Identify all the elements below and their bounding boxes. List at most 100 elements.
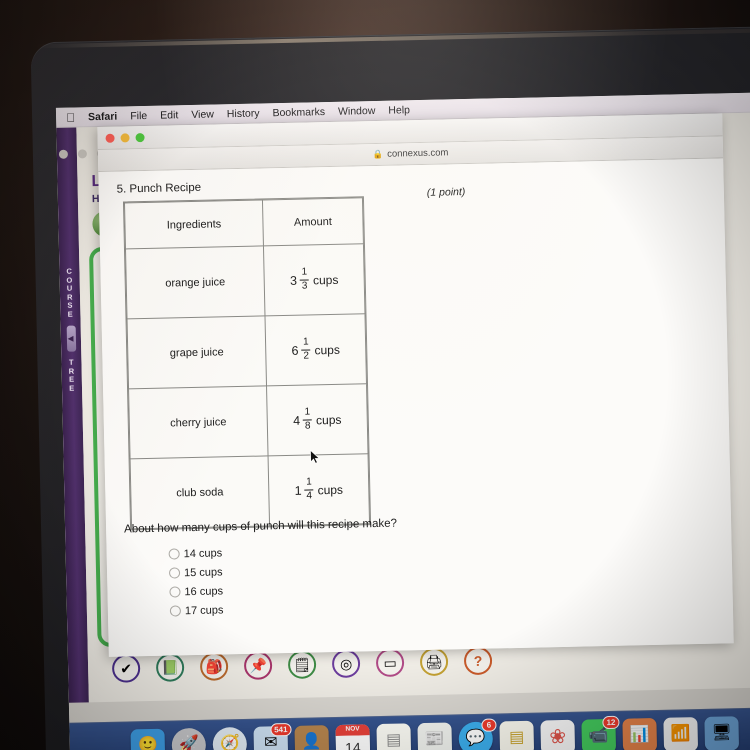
dock-item-calendar[interactable]: NOV 14 (335, 724, 371, 750)
backpack-glyph: 🎒 (205, 658, 224, 675)
messages-badge: 6 (481, 718, 497, 732)
screen-tool-icon[interactable]: ▭ (375, 648, 405, 678)
ingredient-cell: orange juice (125, 245, 265, 319)
dock-item-numbers[interactable]: 📶 (663, 717, 699, 750)
bars-glyph: 📶 (670, 725, 691, 743)
bubble-glyph: 💬 (465, 729, 486, 748)
dock-item-safari[interactable]: 🧭 (212, 726, 248, 750)
contacts-icon[interactable]: 👤 (294, 725, 330, 750)
amount-cell: 4 1 8 cups (266, 383, 369, 456)
help-tool-icon[interactable]: ? (463, 646, 493, 676)
safari-window: 🔒 connexus.com 5. Punch Recipe (1 point)… (97, 113, 734, 657)
desktop: C O U R S E ◀ T R E E Les Healt (56, 112, 750, 750)
dock-item-presentation[interactable]: 🖥 (704, 716, 740, 750)
radio-button[interactable] (169, 586, 181, 598)
screen-glyph: ▭ (383, 654, 397, 671)
finder-icon[interactable]: 🙂 (130, 728, 166, 750)
menu-item-file[interactable]: File (130, 109, 147, 121)
book-tool-icon[interactable]: 📗 (155, 653, 185, 682)
grid-tool-icon[interactable]: 🗒 (287, 650, 317, 679)
ghost-dot (77, 149, 88, 159)
target-tool-icon[interactable]: ◎ (331, 649, 361, 679)
pin-tool-icon[interactable]: 📌 (243, 651, 273, 680)
menu-item-help[interactable]: Help (388, 104, 410, 116)
dock-item-facetime[interactable]: 📹 12 (581, 715, 620, 750)
launchpad-icon[interactable]: 🚀 (171, 727, 207, 750)
choice-option[interactable]: 14 cups (168, 543, 222, 563)
dock-item-launchpad[interactable]: 🚀 (171, 727, 207, 750)
photos-icon[interactable]: ❀ (540, 719, 576, 750)
fraction-stack: 1 8 (303, 406, 313, 432)
check-glyph: ✔ (120, 660, 133, 677)
rail-letter: E (67, 309, 74, 319)
amount-cell: 3 1 3 cups (263, 243, 365, 316)
rail-collapse-handle[interactable]: ◀ (66, 325, 76, 352)
choice-option[interactable]: 17 cups (169, 600, 224, 620)
whole-part: 1 (294, 483, 302, 498)
mixed-fraction: 6 1 2 cups (291, 337, 340, 362)
dock-item-keynote[interactable]: 📊 (622, 717, 658, 750)
mail-badge: 541 (270, 722, 292, 737)
menu-item-view[interactable]: View (191, 108, 214, 120)
dock-item-photos[interactable]: ❀ (540, 719, 576, 750)
rail-letter: E (69, 383, 75, 393)
whole-part: 6 (291, 343, 299, 358)
menu-item-history[interactable]: History (227, 107, 260, 120)
choice-label: 14 cups (183, 546, 223, 560)
amount-cell: 6 1 2 cups (264, 313, 367, 386)
dock-item-finder[interactable]: 🙂 (130, 728, 166, 750)
question-number-title: 5. Punch Recipe (116, 181, 202, 196)
menu-item-safari[interactable]: Safari (88, 110, 117, 123)
pin-glyph: 📌 (249, 657, 268, 674)
menu-item-window[interactable]: Window (338, 104, 376, 117)
numerator: 1 (306, 476, 312, 488)
display-glyph: 🖥 (711, 724, 733, 742)
choice-option[interactable]: 16 cups (169, 581, 223, 601)
close-icon[interactable] (105, 133, 115, 143)
table-header-amount: Amount (262, 197, 364, 246)
notes-icon[interactable]: ▤ (376, 723, 412, 750)
mixed-fraction: 3 1 3 cups (290, 267, 339, 292)
minimize-icon[interactable] (120, 132, 130, 143)
url-text: connexus.com (387, 147, 449, 160)
facetime-badge: 12 (602, 715, 620, 730)
radio-button[interactable] (168, 548, 180, 560)
safari-icon[interactable]: 🧭 (212, 726, 248, 750)
choice-label: 15 cups (183, 565, 223, 579)
check-tool-icon[interactable]: ✔ (111, 654, 141, 683)
backpack-tool-icon[interactable]: 🎒 (199, 652, 229, 681)
printer-glyph: 🖨 (425, 653, 444, 671)
maximize-icon[interactable] (135, 132, 145, 142)
laptop-photo:  Safari File Edit View History Bookmark… (0, 0, 750, 750)
apple-logo-icon[interactable]:  (66, 110, 75, 124)
radio-button[interactable] (169, 605, 182, 617)
dock-item-contacts[interactable]: 👤 (294, 725, 330, 750)
dock-item-mail[interactable]: ✉ 541 (253, 722, 292, 750)
punch-recipe-table: Ingredients Amount orange juice 3 1 3 cu… (122, 196, 372, 531)
dock-item-messages[interactable]: 💬 6 (458, 718, 497, 750)
keynote-icon[interactable]: 📊 (622, 717, 658, 750)
person-glyph: 👤 (301, 733, 322, 750)
page-content: 5. Punch Recipe (1 point) Ingredients Am… (98, 158, 734, 657)
reminders-icon[interactable]: ▤ (499, 720, 535, 750)
dock-item-news[interactable]: 📰 (417, 722, 453, 750)
printer-tool-icon[interactable]: 🖨 (419, 647, 449, 677)
news-icon[interactable]: 📰 (417, 722, 453, 750)
presentation-icon[interactable]: 🖥 (704, 716, 740, 750)
finder-glyph: 🙂 (137, 736, 158, 750)
dock-item-reminders[interactable]: ▤ (499, 720, 535, 750)
ingredient-cell: club soda (130, 455, 270, 529)
numbers-icon[interactable]: 📶 (663, 717, 699, 750)
bezel-highlight (36, 28, 750, 49)
denominator: 2 (303, 350, 310, 362)
menu-item-bookmarks[interactable]: Bookmarks (272, 106, 325, 119)
grid-glyph: 🗒 (293, 656, 312, 673)
numerator: 1 (304, 406, 311, 418)
menu-item-edit[interactable]: Edit (160, 109, 178, 121)
dock-item-notes[interactable]: ▤ (376, 723, 412, 750)
envelope-glyph: ✉ (263, 734, 278, 750)
choice-option[interactable]: 15 cups (168, 562, 223, 582)
calendar-icon[interactable]: NOV 14 (335, 724, 371, 750)
numerator: 1 (301, 266, 308, 279)
radio-button[interactable] (168, 567, 181, 579)
